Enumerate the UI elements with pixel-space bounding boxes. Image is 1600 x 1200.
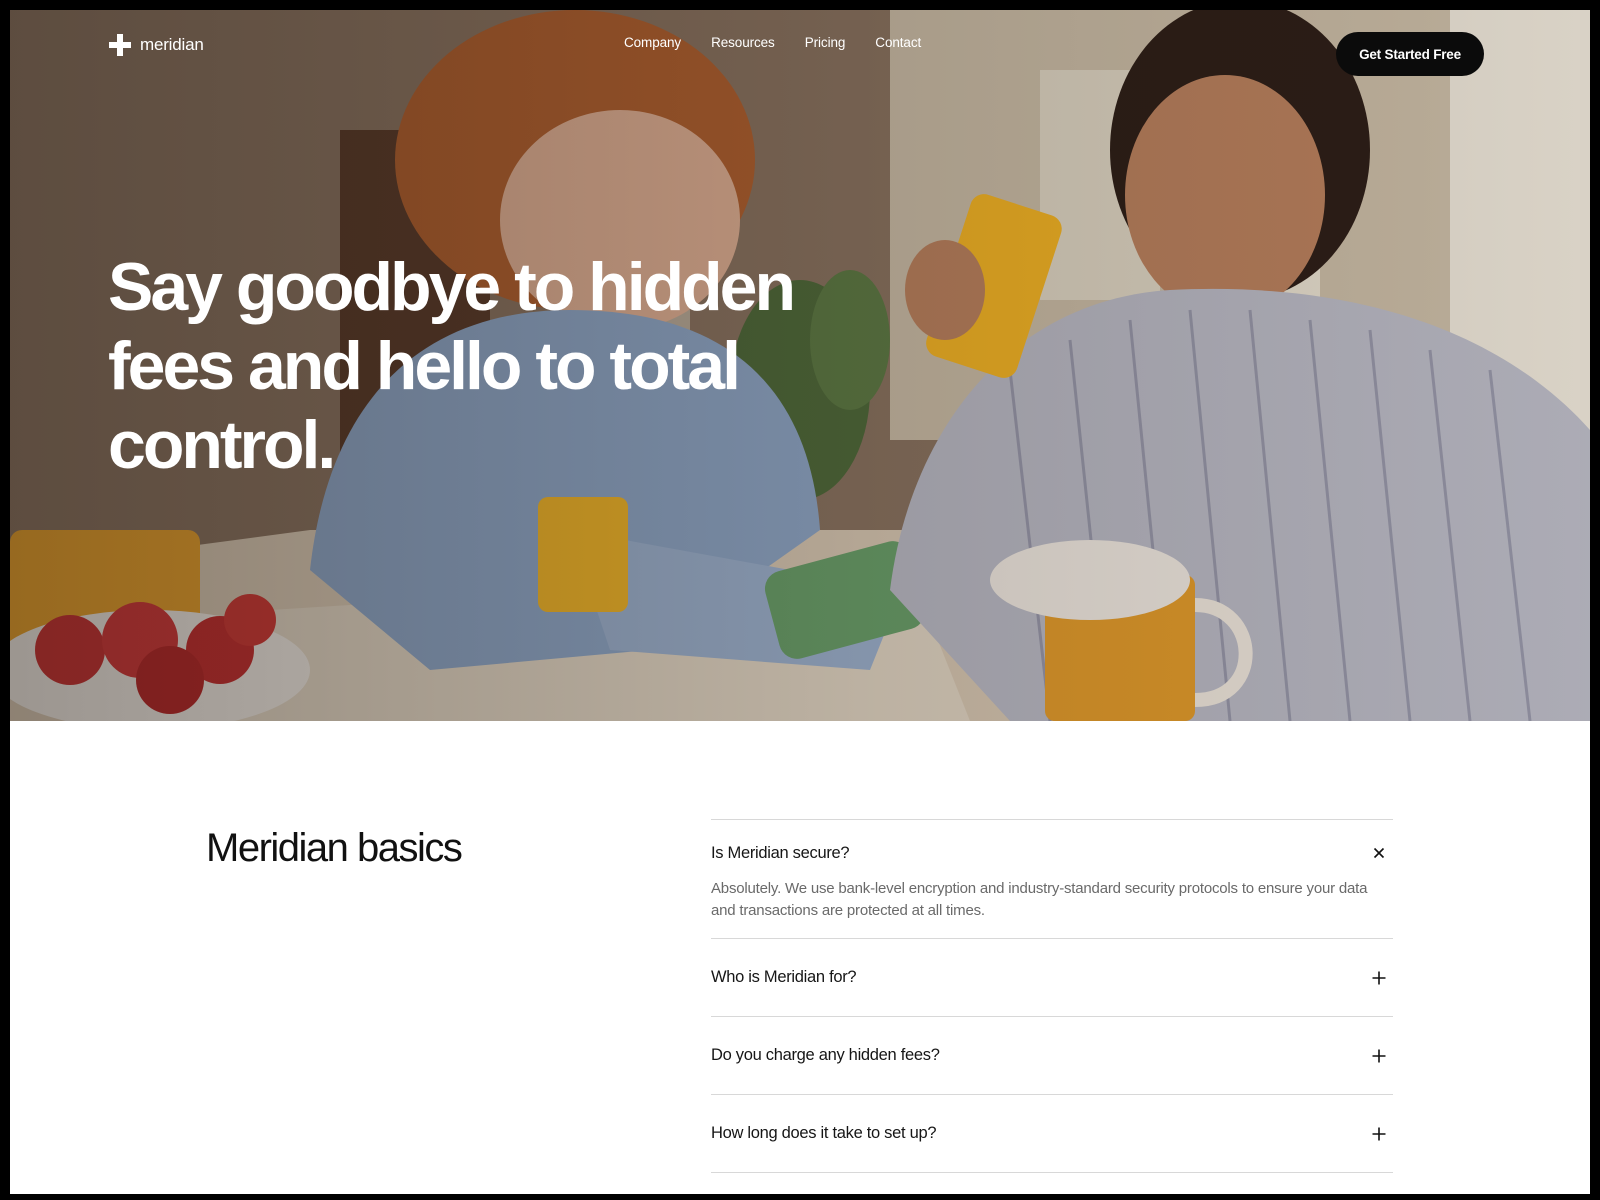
- brand-logo-icon: [109, 34, 131, 56]
- faq-question-row[interactable]: Do you charge any hidden fees?: [711, 1017, 1393, 1094]
- close-icon[interactable]: [1371, 845, 1387, 861]
- faq-item: Do you charge any hidden fees?: [711, 1016, 1393, 1094]
- faq-question-row[interactable]: Is Meridian secure?: [711, 820, 1393, 886]
- nav-link-pricing[interactable]: Pricing: [805, 35, 846, 50]
- faq-question: Is Meridian secure?: [711, 843, 850, 862]
- faq-question-row[interactable]: Who is Meridian for?: [711, 939, 1393, 1016]
- plus-icon[interactable]: [1371, 1126, 1387, 1142]
- top-nav: meridian Company Resources Pricing Conta…: [10, 10, 1590, 84]
- nav-link-resources[interactable]: Resources: [711, 35, 775, 50]
- plus-icon[interactable]: [1371, 970, 1387, 986]
- faq-question: How long does it take to set up?: [711, 1124, 937, 1142]
- faq-item: Who is Meridian for?: [711, 938, 1393, 1016]
- get-started-button[interactable]: Get Started Free: [1336, 32, 1484, 76]
- brand-name: meridian: [140, 35, 204, 54]
- faq-answer: Absolutely. We use bank-level encryption…: [711, 880, 1368, 919]
- nav-link-contact[interactable]: Contact: [875, 35, 921, 50]
- faq-question-row[interactable]: How long does it take to set up?: [711, 1095, 1393, 1172]
- plus-icon[interactable]: [1371, 1048, 1387, 1064]
- faq-item: Is Meridian secure? Absolutely. We use b…: [711, 819, 1393, 938]
- nav-link-company[interactable]: Company: [624, 35, 681, 50]
- faq-question: Who is Meridian for?: [711, 968, 857, 986]
- main-nav: Company Resources Pricing Contact: [624, 35, 921, 50]
- hero-headline: Say goodbye to hidden fees and hello to …: [108, 249, 796, 483]
- faq-title: Meridian basics: [206, 826, 463, 870]
- page: meridian Company Resources Pricing Conta…: [10, 10, 1590, 1194]
- brand-logo[interactable]: meridian: [108, 32, 204, 58]
- faq-item: How long does it take to set up?: [711, 1094, 1393, 1173]
- faq-list: Is Meridian secure? Absolutely. We use b…: [711, 819, 1393, 1173]
- faq-question: Do you charge any hidden fees?: [711, 1046, 940, 1064]
- hero-section: meridian Company Resources Pricing Conta…: [10, 10, 1590, 721]
